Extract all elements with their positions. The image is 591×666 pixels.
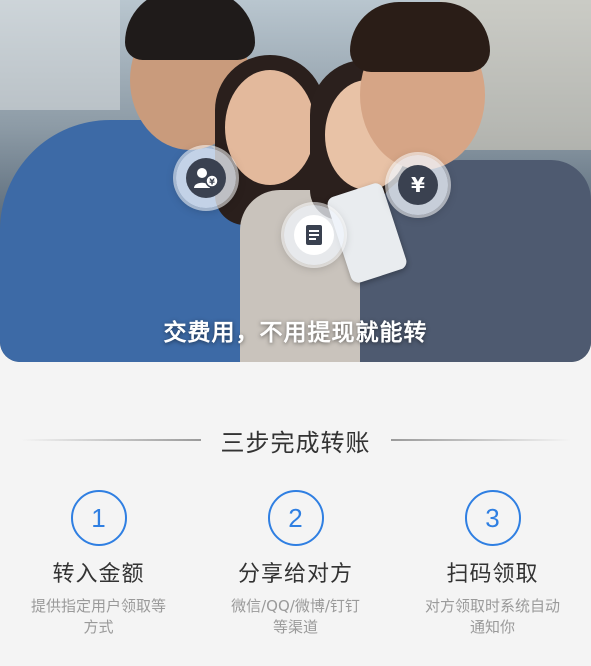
- step-description: 微信/QQ/微博/钉钉 等渠道: [208, 596, 383, 638]
- step-description-line: 等渠道: [272, 618, 318, 636]
- step-description-line: 方式: [83, 618, 114, 636]
- users-yen-icon: ¥: [176, 148, 236, 208]
- section-title: 三步完成转账: [220, 428, 371, 457]
- step-1: 1 转入金额 提供指定用户领取等 方式: [0, 490, 197, 638]
- background-stairs: [0, 0, 120, 110]
- section-header: 三步完成转账: [0, 422, 591, 458]
- person-2-head: [225, 70, 315, 185]
- svg-text:¥: ¥: [209, 178, 215, 187]
- hero-caption: 交费用，不用提现就能转: [163, 320, 428, 346]
- person-4-hair: [350, 2, 490, 72]
- person-1-hair: [125, 0, 255, 60]
- right-divider: [390, 439, 571, 441]
- step-number-badge: 1: [70, 490, 127, 546]
- step-description-line: 对方领取时系统自动: [424, 597, 560, 615]
- step-description-line: 提供指定用户领取等: [30, 597, 166, 615]
- hero-banner: ¥ ¥ 交费用，不用提现就能转: [0, 0, 591, 362]
- step-description-line: 微信/QQ/微博/钉钉: [231, 597, 360, 615]
- step-number-badge: 3: [464, 490, 521, 546]
- step-3: 3 扫码领取 对方领取时系统自动 通知你: [394, 490, 591, 638]
- steps-list: 1 转入金额 提供指定用户领取等 方式 2 分享给对方 微信/QQ/微博/钉钉 …: [0, 490, 591, 638]
- step-2: 2 分享给对方 微信/QQ/微博/钉钉 等渠道: [197, 490, 394, 638]
- left-divider: [20, 439, 201, 441]
- step-description-line: 通知你: [469, 618, 515, 636]
- yen-icon: ¥: [388, 155, 448, 215]
- step-title: 扫码领取: [446, 562, 539, 587]
- step-description: 提供指定用户领取等 方式: [11, 596, 186, 638]
- step-description: 对方领取时系统自动 通知你: [405, 596, 580, 638]
- step-title: 转入金额: [52, 562, 145, 587]
- step-number-badge: 2: [267, 490, 324, 546]
- step-title: 分享给对方: [237, 562, 353, 587]
- document-icon: [284, 205, 344, 265]
